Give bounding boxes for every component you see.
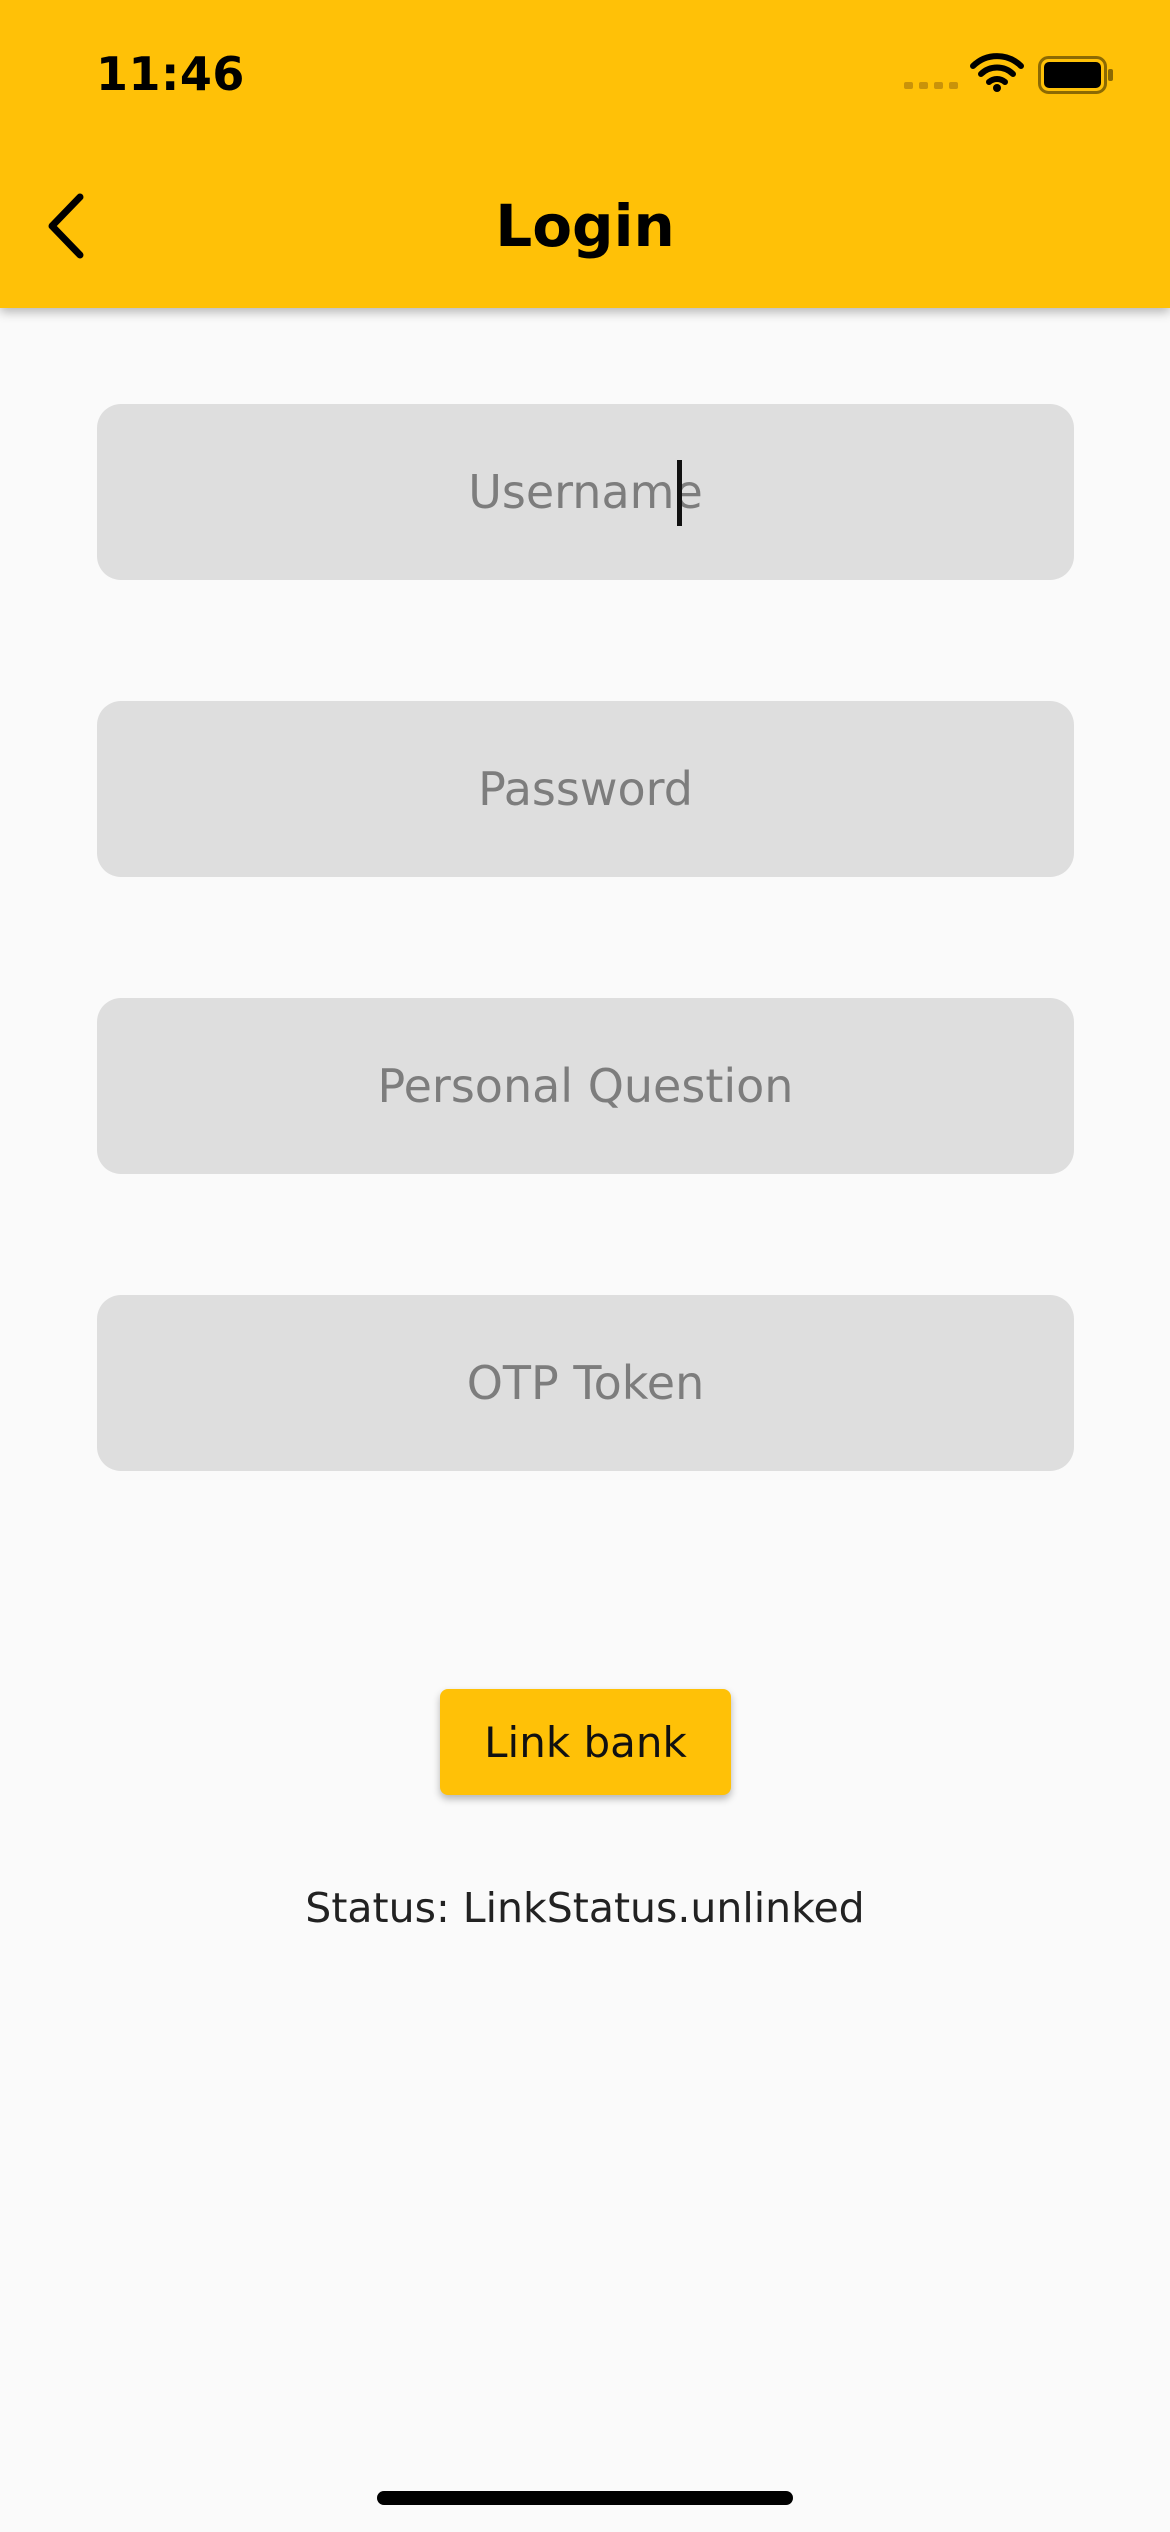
personal-question-input[interactable] [97, 998, 1074, 1174]
username-input[interactable] [97, 404, 1074, 580]
username-field[interactable] [97, 404, 1074, 580]
otp-token-field[interactable] [97, 1295, 1074, 1471]
link-status-text: Status: LinkStatus.unlinked [305, 1884, 865, 1932]
password-input[interactable] [97, 701, 1074, 877]
status-time: 11:46 [96, 47, 245, 101]
link-bank-button[interactable]: Link bank [440, 1689, 731, 1795]
cellular-signal-icon [904, 82, 958, 89]
app-bar: 11:46 Login [0, 0, 1170, 308]
password-field[interactable] [97, 701, 1074, 877]
otp-token-input[interactable] [97, 1295, 1074, 1471]
home-indicator[interactable] [377, 2491, 793, 2505]
wifi-icon [970, 53, 1024, 92]
personal-question-field[interactable] [97, 998, 1074, 1174]
text-cursor [677, 460, 682, 526]
page-title: Login [495, 192, 675, 260]
battery-icon [1038, 56, 1113, 94]
